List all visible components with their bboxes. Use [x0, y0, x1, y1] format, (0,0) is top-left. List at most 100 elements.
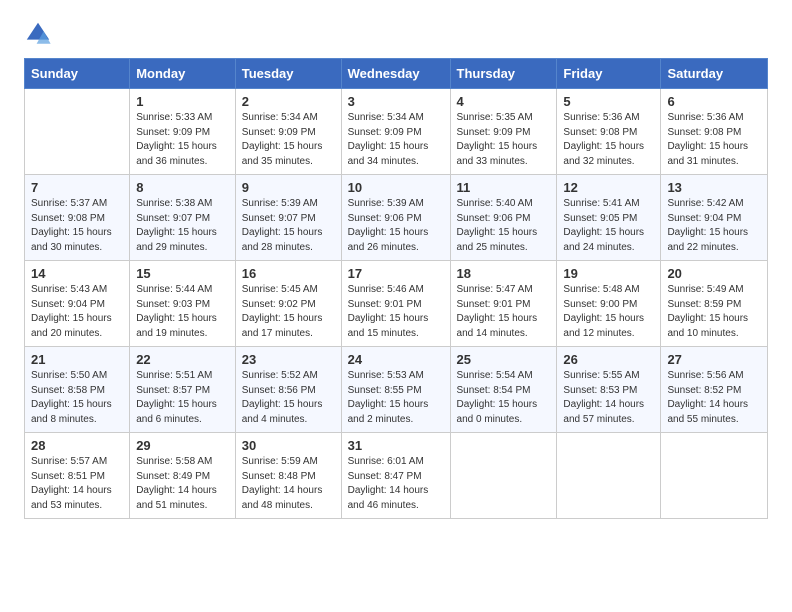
header: [24, 20, 768, 48]
day-number: 30: [242, 438, 335, 453]
calendar-cell: 11 Sunrise: 5:40 AM Sunset: 9:06 PM Dayli…: [450, 175, 557, 261]
calendar-cell: 15 Sunrise: 5:44 AM Sunset: 9:03 PM Dayli…: [130, 261, 236, 347]
day-number: 24: [348, 352, 444, 367]
day-number: 11: [457, 180, 551, 195]
day-number: 18: [457, 266, 551, 281]
weekday-header-cell: Friday: [557, 59, 661, 89]
day-number: 17: [348, 266, 444, 281]
day-number: 13: [667, 180, 761, 195]
calendar-week-row: 1 Sunrise: 5:33 AM Sunset: 9:09 PM Daylig…: [25, 89, 768, 175]
day-number: 12: [563, 180, 654, 195]
calendar-cell: 31Sunrise: 6:01 AM Sunset: 8:47 PM Dayli…: [341, 433, 450, 519]
day-info: Sunrise: 5:48 AM Sunset: 9:00 PM Dayligh…: [563, 283, 654, 341]
day-info: Sunrise: 5:53 AM Sunset: 8:55 PM Dayligh…: [348, 369, 444, 427]
calendar-cell: 7 Sunrise: 5:37 AM Sunset: 9:08 PM Daylig…: [25, 175, 130, 261]
calendar-cell: 21Sunrise: 5:50 AM Sunset: 8:58 PM Dayli…: [25, 347, 130, 433]
day-info: Sunrise: 5:39 AM Sunset: 9:06 PM Dayligh…: [348, 197, 444, 255]
day-info: Sunrise: 5:51 AM Sunset: 8:57 PM Dayligh…: [136, 369, 229, 427]
day-number: 4: [457, 94, 551, 109]
day-number: 23: [242, 352, 335, 367]
day-info: Sunrise: 5:33 AM Sunset: 9:09 PM Dayligh…: [136, 111, 229, 169]
day-info: Sunrise: 5:44 AM Sunset: 9:03 PM Dayligh…: [136, 283, 229, 341]
day-info: Sunrise: 5:58 AM Sunset: 8:49 PM Dayligh…: [136, 455, 229, 513]
calendar-week-row: 28 Sunrise: 5:57 AM Sunset: 8:51 PM Dayli…: [25, 433, 768, 519]
logo-icon: [24, 20, 52, 48]
calendar-cell: 20 Sunrise: 5:49 AM Sunset: 8:59 PM Dayli…: [661, 261, 768, 347]
day-number: 5: [563, 94, 654, 109]
calendar-cell: 4 Sunrise: 5:35 AM Sunset: 9:09 PM Daylig…: [450, 89, 557, 175]
weekday-header-cell: Saturday: [661, 59, 768, 89]
day-info: Sunrise: 5:46 AM Sunset: 9:01 PM Dayligh…: [348, 283, 444, 341]
calendar-cell: 26Sunrise: 5:55 AM Sunset: 8:53 PM Dayli…: [557, 347, 661, 433]
calendar-cell: 1 Sunrise: 5:33 AM Sunset: 9:09 PM Daylig…: [130, 89, 236, 175]
calendar-cell: 16 Sunrise: 5:45 AM Sunset: 9:02 PM Dayli…: [235, 261, 341, 347]
day-number: 8: [136, 180, 229, 195]
calendar-cell: 12 Sunrise: 5:41 AM Sunset: 9:05 PM Dayli…: [557, 175, 661, 261]
calendar-cell: 13 Sunrise: 5:42 AM Sunset: 9:04 PM Dayli…: [661, 175, 768, 261]
day-info: Sunrise: 5:40 AM Sunset: 9:06 PM Dayligh…: [457, 197, 551, 255]
calendar-cell: 28 Sunrise: 5:57 AM Sunset: 8:51 PM Dayli…: [25, 433, 130, 519]
day-info: Sunrise: 5:34 AM Sunset: 9:09 PM Dayligh…: [348, 111, 444, 169]
day-info: Sunrise: 5:42 AM Sunset: 9:04 PM Dayligh…: [667, 197, 761, 255]
calendar-cell: 3 Sunrise: 5:34 AM Sunset: 9:09 PM Daylig…: [341, 89, 450, 175]
calendar-cell: 6 Sunrise: 5:36 AM Sunset: 9:08 PM Daylig…: [661, 89, 768, 175]
calendar-cell: [450, 433, 557, 519]
day-number: 27: [667, 352, 761, 367]
day-info: Sunrise: 5:54 AM Sunset: 8:54 PM Dayligh…: [457, 369, 551, 427]
day-number: 1: [136, 94, 229, 109]
calendar-cell: 9Sunrise: 5:39 AM Sunset: 9:07 PM Daylig…: [235, 175, 341, 261]
calendar-cell: 30Sunrise: 5:59 AM Sunset: 8:48 PM Dayli…: [235, 433, 341, 519]
calendar-table: SundayMondayTuesdayWednesdayThursdayFrid…: [24, 58, 768, 519]
day-info: Sunrise: 5:55 AM Sunset: 8:53 PM Dayligh…: [563, 369, 654, 427]
weekday-header-cell: Monday: [130, 59, 236, 89]
day-info: Sunrise: 5:41 AM Sunset: 9:05 PM Dayligh…: [563, 197, 654, 255]
day-number: 21: [31, 352, 123, 367]
day-info: Sunrise: 5:36 AM Sunset: 9:08 PM Dayligh…: [667, 111, 761, 169]
calendar-cell: 18Sunrise: 5:47 AM Sunset: 9:01 PM Dayli…: [450, 261, 557, 347]
day-number: 31: [348, 438, 444, 453]
calendar-cell: 25 Sunrise: 5:54 AM Sunset: 8:54 PM Dayli…: [450, 347, 557, 433]
weekday-header-cell: Thursday: [450, 59, 557, 89]
calendar-week-row: 21Sunrise: 5:50 AM Sunset: 8:58 PM Dayli…: [25, 347, 768, 433]
day-info: Sunrise: 5:37 AM Sunset: 9:08 PM Dayligh…: [31, 197, 123, 255]
day-info: Sunrise: 5:52 AM Sunset: 8:56 PM Dayligh…: [242, 369, 335, 427]
day-info: Sunrise: 5:57 AM Sunset: 8:51 PM Dayligh…: [31, 455, 123, 513]
day-number: 10: [348, 180, 444, 195]
calendar-cell: 17 Sunrise: 5:46 AM Sunset: 9:01 PM Dayli…: [341, 261, 450, 347]
calendar-cell: 29 Sunrise: 5:58 AM Sunset: 8:49 PM Dayli…: [130, 433, 236, 519]
day-number: 14: [31, 266, 123, 281]
calendar-cell: 22 Sunrise: 5:51 AM Sunset: 8:57 PM Dayli…: [130, 347, 236, 433]
logo: [24, 20, 56, 48]
day-info: Sunrise: 5:49 AM Sunset: 8:59 PM Dayligh…: [667, 283, 761, 341]
day-number: 3: [348, 94, 444, 109]
day-number: 7: [31, 180, 123, 195]
day-number: 22: [136, 352, 229, 367]
calendar-cell: 5 Sunrise: 5:36 AM Sunset: 9:08 PM Daylig…: [557, 89, 661, 175]
day-number: 15: [136, 266, 229, 281]
day-info: Sunrise: 5:36 AM Sunset: 9:08 PM Dayligh…: [563, 111, 654, 169]
day-number: 28: [31, 438, 123, 453]
calendar-cell: [661, 433, 768, 519]
weekday-header-row: SundayMondayTuesdayWednesdayThursdayFrid…: [25, 59, 768, 89]
day-number: 2: [242, 94, 335, 109]
calendar-cell: 24 Sunrise: 5:53 AM Sunset: 8:55 PM Dayli…: [341, 347, 450, 433]
calendar-cell: 10 Sunrise: 5:39 AM Sunset: 9:06 PM Dayli…: [341, 175, 450, 261]
day-number: 25: [457, 352, 551, 367]
day-info: Sunrise: 5:35 AM Sunset: 9:09 PM Dayligh…: [457, 111, 551, 169]
day-info: Sunrise: 5:34 AM Sunset: 9:09 PM Dayligh…: [242, 111, 335, 169]
calendar-week-row: 14Sunrise: 5:43 AM Sunset: 9:04 PM Dayli…: [25, 261, 768, 347]
calendar-cell: 2 Sunrise: 5:34 AM Sunset: 9:09 PM Daylig…: [235, 89, 341, 175]
day-number: 16: [242, 266, 335, 281]
day-number: 29: [136, 438, 229, 453]
weekday-header-cell: Tuesday: [235, 59, 341, 89]
day-number: 6: [667, 94, 761, 109]
calendar-cell: 14Sunrise: 5:43 AM Sunset: 9:04 PM Dayli…: [25, 261, 130, 347]
day-info: Sunrise: 5:56 AM Sunset: 8:52 PM Dayligh…: [667, 369, 761, 427]
calendar-cell: [557, 433, 661, 519]
day-info: Sunrise: 5:45 AM Sunset: 9:02 PM Dayligh…: [242, 283, 335, 341]
day-number: 20: [667, 266, 761, 281]
page: SundayMondayTuesdayWednesdayThursdayFrid…: [0, 0, 792, 539]
calendar-cell: 23 Sunrise: 5:52 AM Sunset: 8:56 PM Dayli…: [235, 347, 341, 433]
calendar-week-row: 7 Sunrise: 5:37 AM Sunset: 9:08 PM Daylig…: [25, 175, 768, 261]
day-info: Sunrise: 5:39 AM Sunset: 9:07 PM Dayligh…: [242, 197, 335, 255]
